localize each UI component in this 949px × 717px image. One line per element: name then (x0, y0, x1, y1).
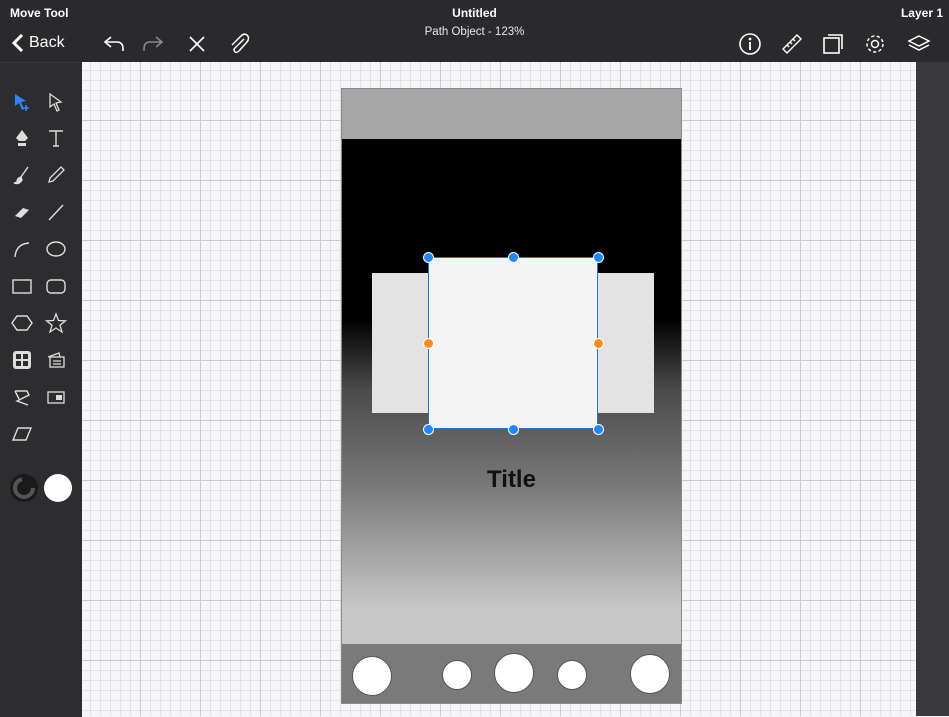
selected-path-object[interactable] (428, 257, 598, 429)
artboard-header-bar[interactable] (342, 89, 681, 139)
layer-name[interactable]: Layer 1 (901, 6, 943, 20)
fill-color-swatch[interactable] (44, 474, 72, 502)
ruler-icon[interactable] (779, 31, 805, 57)
artboard-icon[interactable] (820, 31, 846, 57)
chevron-left-icon (12, 34, 24, 52)
selection-tool-icon[interactable] (8, 88, 36, 116)
stroke-ring-icon (13, 477, 35, 499)
gear-icon[interactable] (862, 31, 888, 57)
resize-handle-top-right[interactable] (593, 252, 604, 263)
right-card[interactable] (596, 273, 654, 413)
resize-handle-top-left[interactable] (423, 252, 434, 263)
crop-tool-icon[interactable] (42, 383, 70, 411)
direct-selection-tool-icon[interactable] (42, 88, 70, 116)
rectangle-tool-icon[interactable] (8, 272, 36, 300)
redo-icon[interactable] (140, 31, 166, 57)
polygon-tool-icon[interactable] (8, 309, 36, 337)
rounded-rectangle-tool-icon[interactable] (42, 272, 70, 300)
artboard-footer-bar[interactable] (342, 644, 681, 703)
star-tool-icon[interactable] (42, 309, 70, 337)
info-icon[interactable] (737, 31, 763, 57)
resize-handle-top[interactable] (508, 252, 519, 263)
footer-circle-large-left[interactable] (352, 656, 392, 696)
tools-sidebar (0, 62, 82, 717)
undo-icon[interactable] (101, 31, 127, 57)
artboard-title-text[interactable]: Title (342, 466, 681, 494)
eraser-tool-icon[interactable] (8, 198, 36, 226)
line-tool-icon[interactable] (42, 198, 70, 226)
top-toolbar: Move Tool Untitled Layer 1 Path Object -… (0, 0, 949, 62)
image-tool-icon[interactable] (42, 346, 70, 374)
text-tool-icon[interactable] (42, 124, 70, 152)
close-icon[interactable] (184, 31, 210, 57)
resize-handle-bottom[interactable] (508, 424, 519, 435)
artboard[interactable]: Title (342, 89, 681, 703)
path-transform-tool-icon[interactable] (8, 383, 36, 411)
attachment-icon[interactable] (226, 31, 252, 57)
resize-handle-right[interactable] (593, 338, 604, 349)
right-panel-strip (916, 62, 949, 716)
footer-circle-center[interactable] (494, 653, 534, 693)
resize-handle-left[interactable] (423, 338, 434, 349)
resize-handle-bottom-right[interactable] (593, 424, 604, 435)
footer-circle-large-right[interactable] (630, 654, 670, 694)
grid-tool-icon[interactable] (8, 346, 36, 374)
pencil-tool-icon[interactable] (42, 161, 70, 189)
drawing-canvas[interactable]: Title (82, 62, 916, 716)
arc-tool-icon[interactable] (8, 235, 36, 263)
brush-tool-icon[interactable] (8, 161, 36, 189)
layers-icon[interactable] (906, 31, 932, 57)
ellipse-tool-icon[interactable] (42, 235, 70, 263)
document-title: Untitled (452, 6, 497, 20)
stroke-color-swatch[interactable] (10, 474, 38, 502)
back-button[interactable]: Back (12, 32, 65, 54)
back-label: Back (29, 34, 65, 51)
skew-tool-icon[interactable] (8, 420, 36, 448)
footer-circle-small-left[interactable] (442, 660, 472, 690)
footer-circle-small-right[interactable] (557, 660, 587, 690)
left-card[interactable] (372, 273, 430, 413)
resize-handle-bottom-left[interactable] (423, 424, 434, 435)
pen-tool-icon[interactable] (8, 124, 36, 152)
